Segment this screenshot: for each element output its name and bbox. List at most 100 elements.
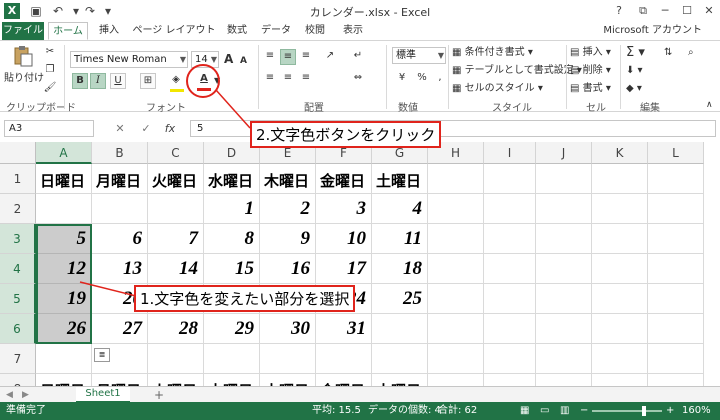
comma-icon[interactable]: , (432, 71, 448, 87)
grid-cell[interactable] (148, 194, 204, 224)
worksheet-grid[interactable]: ABCDEFGHIJKL12345678日曜日月曜日火曜日水曜日木曜日金曜日土曜… (0, 142, 720, 386)
grid-cell[interactable] (648, 164, 704, 194)
grid-cell[interactable] (316, 344, 372, 374)
grid-cell[interactable] (592, 374, 648, 386)
format-cells-button[interactable]: ▤ 書式 ▾ (570, 81, 611, 97)
sort-filter-icon[interactable]: ⇅ (664, 45, 672, 61)
row-header-4[interactable]: 4 (0, 254, 36, 284)
italic-button[interactable]: I (90, 73, 106, 89)
grid-cell[interactable] (92, 194, 148, 224)
tab-insert[interactable]: 挿入 (92, 22, 126, 40)
align-center-icon[interactable]: ≡ (280, 71, 296, 87)
percent-icon[interactable]: % (414, 71, 430, 87)
grid-cell[interactable] (536, 164, 592, 194)
grid-cell[interactable] (536, 314, 592, 344)
delete-cells-button[interactable]: ▤ 削除 ▾ (570, 63, 611, 79)
grid-cell[interactable] (536, 224, 592, 254)
account-link[interactable]: Microsoft アカウント (603, 22, 702, 40)
maximize-button[interactable]: ☐ (678, 2, 696, 20)
grid-cell[interactable] (592, 194, 648, 224)
zoom-slider-thumb[interactable] (642, 406, 646, 416)
tab-formulas[interactable]: 数式 (220, 22, 254, 40)
grid-cell[interactable] (592, 344, 648, 374)
shrink-font-button[interactable]: A (240, 53, 247, 69)
find-select-icon[interactable]: ⌕ (688, 45, 694, 61)
name-box[interactable]: A3 (4, 120, 94, 137)
help-button[interactable]: ? (610, 2, 628, 20)
bold-button[interactable]: B (72, 73, 88, 89)
row-header-2[interactable]: 2 (0, 194, 36, 224)
row-header-3[interactable]: 3 (0, 224, 36, 254)
page-layout-view-icon[interactable]: ▭ (540, 402, 549, 420)
insert-function-icon[interactable]: fx (162, 120, 178, 137)
grid-cell[interactable] (648, 224, 704, 254)
grid-cell[interactable] (484, 374, 536, 386)
grid-cell[interactable] (592, 284, 648, 314)
tab-page-layout[interactable]: ページ レイアウト (130, 22, 218, 40)
grid-cell[interactable] (372, 314, 428, 344)
scroll-right-icon[interactable]: ▶ (22, 387, 29, 403)
format-as-table-button[interactable]: ▦ テーブルとして書式設定 ▾ (452, 63, 582, 79)
quick-analysis-icon[interactable]: ≣ (94, 348, 110, 362)
currency-icon[interactable]: ¥ (394, 71, 410, 87)
save-icon[interactable]: ▣ (28, 3, 44, 19)
row-header-6[interactable]: 6 (0, 314, 36, 344)
row-header-1[interactable]: 1 (0, 164, 36, 194)
column-header-j[interactable]: J (536, 142, 592, 164)
underline-button[interactable]: U (110, 73, 126, 89)
sheet-tab-sheet1[interactable]: Sheet1 (76, 387, 130, 403)
grid-cell[interactable] (648, 344, 704, 374)
grid-cell[interactable] (648, 374, 704, 386)
grid-cell[interactable] (484, 194, 536, 224)
align-top-icon[interactable]: ≡ (262, 49, 278, 65)
zoom-level[interactable]: 160% (682, 402, 711, 420)
insert-cells-button[interactable]: ▤ 挿入 ▾ (570, 45, 611, 61)
grid-cell[interactable] (428, 254, 484, 284)
grid-cell[interactable] (648, 284, 704, 314)
align-right-icon[interactable]: ≡ (298, 71, 314, 87)
zoom-in-icon[interactable]: + (666, 402, 674, 420)
cut-icon[interactable]: ✂ (42, 45, 58, 61)
column-header-c[interactable]: C (148, 142, 204, 164)
grid-cell[interactable] (428, 224, 484, 254)
column-header-a[interactable]: A (36, 142, 92, 164)
grid-cell[interactable] (592, 254, 648, 284)
ribbon-display-button[interactable]: ⧉ (634, 2, 652, 20)
grid-cell[interactable] (484, 284, 536, 314)
grid-cell[interactable] (428, 314, 484, 344)
scroll-left-icon[interactable]: ◀ (6, 387, 13, 403)
grid-cell[interactable] (428, 344, 484, 374)
grid-cell[interactable] (484, 254, 536, 284)
grid-cell[interactable] (148, 344, 204, 374)
undo-icon[interactable]: ↶ (50, 3, 66, 19)
column-header-i[interactable]: I (484, 142, 536, 164)
align-left-icon[interactable]: ≡ (262, 71, 278, 87)
tab-review[interactable]: 校閲 (298, 22, 332, 40)
column-header-l[interactable]: L (648, 142, 704, 164)
align-middle-icon[interactable]: ≡ (280, 49, 296, 65)
normal-view-icon[interactable]: ▦ (520, 402, 529, 420)
align-bottom-icon[interactable]: ≡ (298, 49, 314, 65)
row-header-8[interactable]: 8 (0, 374, 36, 386)
tab-file[interactable]: ファイル (2, 22, 44, 40)
grid-cell[interactable] (484, 314, 536, 344)
borders-icon[interactable]: ⊞ (140, 73, 156, 89)
grid-cell[interactable] (204, 344, 260, 374)
grid-cell[interactable] (36, 344, 92, 374)
grid-cell[interactable] (36, 194, 92, 224)
grow-font-button[interactable]: A (224, 51, 233, 67)
grid-cell[interactable] (428, 164, 484, 194)
fill-color-icon[interactable]: ◈ (168, 73, 184, 89)
cancel-icon[interactable]: ✕ (112, 120, 128, 137)
grid-cell[interactable] (484, 164, 536, 194)
column-header-k[interactable]: K (592, 142, 648, 164)
paste-icon[interactable] (12, 45, 34, 67)
column-header-b[interactable]: B (92, 142, 148, 164)
format-painter-icon[interactable]: 🖌 (42, 81, 58, 97)
grid-cell[interactable] (484, 224, 536, 254)
copy-icon[interactable]: ❐ (42, 63, 58, 79)
redo-icon[interactable]: ↷ (82, 3, 98, 19)
paste-button[interactable]: 貼り付け (4, 71, 44, 87)
grid-cell[interactable] (484, 344, 536, 374)
grid-cell[interactable] (592, 224, 648, 254)
